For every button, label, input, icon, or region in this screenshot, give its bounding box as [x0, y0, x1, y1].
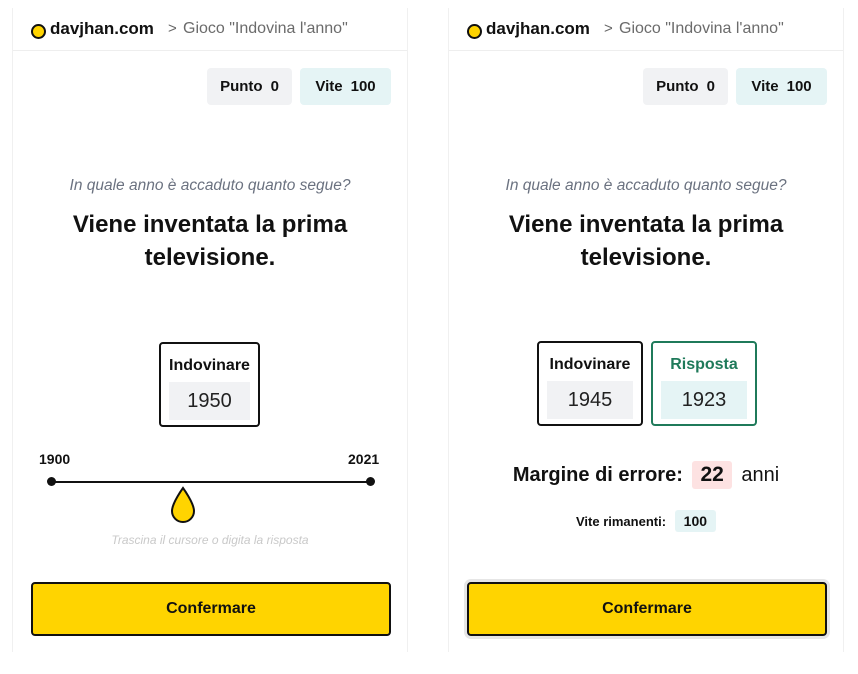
slider-max-label: 2021	[348, 451, 380, 467]
guess-box: Indovinare 1945	[537, 341, 643, 426]
site-brand-link[interactable]: davjhan.com	[50, 19, 154, 39]
margin-unit: anni	[741, 464, 780, 486]
answer-value: 1923	[661, 381, 747, 419]
score-label: Punto	[656, 78, 699, 95]
guess-label: Indovinare	[169, 357, 250, 374]
lives-label: Vite	[751, 78, 779, 95]
top-bar: davjhan.com > Gioco "Indovina l'anno"	[449, 8, 843, 51]
top-bar: davjhan.com > Gioco "Indovina l'anno"	[13, 8, 407, 51]
confirm-button[interactable]: Confermare	[467, 582, 827, 636]
breadcrumb-page: Gioco "Indovina l'anno"	[183, 20, 348, 37]
lives-label: Vite	[315, 78, 343, 95]
slider-max-dot	[366, 477, 375, 486]
question-prompt: In quale anno è accaduto quanto segue?	[505, 177, 787, 194]
score-label: Punto	[220, 78, 263, 95]
logo-dot-icon	[467, 24, 482, 39]
question-text: Viene inventata la prima televisione.	[508, 211, 784, 271]
answer-label: Risposta	[670, 356, 738, 373]
margin-value-badge: 22	[692, 461, 732, 489]
guess-box: Indovinare 1950	[159, 342, 260, 427]
game-panel-guessing: davjhan.com > Gioco "Indovina l'anno" Pu…	[12, 8, 408, 652]
guess-input[interactable]: 1950	[169, 382, 250, 420]
lives-value: 100	[350, 78, 376, 95]
lives-remaining: Vite rimanenti: 100	[449, 510, 843, 532]
error-margin: Margine di errore: 22 anni	[449, 461, 843, 489]
chevron-right-icon: >	[168, 20, 177, 37]
score-value: 0	[270, 78, 279, 95]
lives-value: 100	[786, 78, 812, 95]
logo-dot-icon	[31, 24, 46, 39]
score-value: 0	[706, 78, 715, 95]
lives-remaining-label: Vite rimanenti:	[575, 514, 667, 529]
answer-box: Risposta 1923	[651, 341, 757, 426]
question-text: Viene inventata la prima televisione.	[72, 211, 348, 271]
lives-badge: Vite 100	[736, 68, 827, 105]
guess-label: Indovinare	[549, 356, 631, 373]
game-panel-result: davjhan.com > Gioco "Indovina l'anno" Pu…	[448, 8, 844, 652]
lives-remaining-badge: 100	[674, 510, 717, 532]
chevron-right-icon: >	[604, 20, 613, 37]
confirm-button[interactable]: Confermare	[31, 582, 391, 636]
margin-label: Margine di errore:	[512, 464, 683, 486]
slider-hint: Trascina il cursore o digita la risposta	[111, 533, 309, 547]
score-badge: Punto 0	[643, 68, 728, 105]
guess-value: 1945	[547, 381, 633, 419]
slider-min-label: 1900	[39, 451, 71, 467]
question-prompt: In quale anno è accaduto quanto segue?	[69, 177, 351, 194]
year-slider-track[interactable]	[51, 481, 371, 483]
site-brand-link[interactable]: davjhan.com	[486, 19, 590, 39]
breadcrumb-page: Gioco "Indovina l'anno"	[619, 20, 784, 37]
score-badge: Punto 0	[207, 68, 292, 105]
slider-min-dot	[47, 477, 56, 486]
slider-handle-icon[interactable]	[169, 486, 197, 524]
lives-badge: Vite 100	[300, 68, 391, 105]
